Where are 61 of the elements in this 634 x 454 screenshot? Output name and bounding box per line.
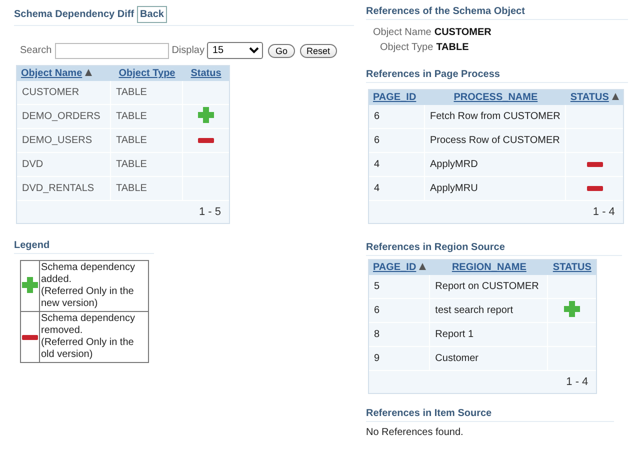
reset-button[interactable]: Reset xyxy=(300,44,338,58)
table-cell: DVD xyxy=(22,159,44,170)
table-cell: test search report xyxy=(435,305,513,316)
column-header-link[interactable]: PROCESS_NAME xyxy=(454,92,538,103)
table-cell: 9 xyxy=(374,353,380,364)
field-label: Object Type xyxy=(380,41,434,55)
table-cell: TABLE xyxy=(116,87,147,98)
pagination-range: 1 - 4 xyxy=(566,376,588,388)
table-cell: Customer xyxy=(435,353,479,364)
table-cell: 6 xyxy=(374,111,380,122)
column-header-link[interactable]: PAGE_ID xyxy=(373,92,416,103)
display-label: Display xyxy=(172,45,204,56)
table-cell: DVD_RENTALS xyxy=(22,183,94,194)
sort-ascending-icon xyxy=(419,263,426,270)
column-header-link[interactable]: Object Name xyxy=(21,68,82,79)
table-cell: 5 xyxy=(374,281,380,292)
table-cell: TABLE xyxy=(116,183,147,194)
legend-text: Schema dependency added. (Referred Only in the new version) xyxy=(41,262,136,310)
column-header-link[interactable]: PAGE_ID xyxy=(373,262,416,273)
pagination-range: 1 - 4 xyxy=(592,206,615,218)
search-field[interactable] xyxy=(54,42,169,58)
display-select[interactable]: 15 xyxy=(207,42,264,59)
table-cell: TABLE xyxy=(116,135,147,146)
table-cell: Report 1 xyxy=(435,329,474,340)
legend-title: Legend xyxy=(14,240,50,251)
column-header-link[interactable]: STATUS xyxy=(552,262,592,273)
field-value: TABLE xyxy=(436,41,469,55)
table-cell: 6 xyxy=(374,305,380,316)
legend-text: Schema dependency removed. (Referred Only in the old version) xyxy=(41,313,136,361)
table-cell: ApplyMRU xyxy=(430,183,478,194)
table-cell: 6 xyxy=(374,135,380,146)
table-cell: DEMO_USERS xyxy=(22,135,92,146)
go-button[interactable]: Go xyxy=(268,44,294,58)
column-header-link[interactable]: Object Type xyxy=(118,68,176,79)
field-value: CUSTOMER xyxy=(434,26,492,40)
table-cell: Process Row of CUSTOMER xyxy=(430,135,560,146)
table-cell: TABLE xyxy=(116,111,147,122)
table-cell: 4 xyxy=(374,183,380,194)
section-title: References in Item Source xyxy=(366,408,492,419)
search-label: Search xyxy=(20,45,52,56)
table-cell: ApplyMRD xyxy=(430,159,478,170)
table-cell: Report on CUSTOMER xyxy=(435,281,539,292)
table-cell: Fetch Row from CUSTOMER xyxy=(430,111,560,122)
page-title: Schema Dependency Diff xyxy=(14,9,134,20)
table-cell: CUSTOMER xyxy=(22,87,80,98)
sort-ascending-icon xyxy=(85,69,92,76)
column-header-link[interactable]: REGION_NAME xyxy=(452,262,526,273)
section-title: References in Page Process xyxy=(366,69,500,80)
column-header-link[interactable]: STATUS xyxy=(570,92,609,103)
field-label: Object Name xyxy=(373,26,432,40)
back-button[interactable]: Back xyxy=(137,6,167,23)
table-cell: TABLE xyxy=(116,159,147,170)
column-header-link[interactable]: Status xyxy=(190,68,222,79)
table-cell: DEMO_ORDERS xyxy=(22,111,100,122)
pagination-range: 1 - 5 xyxy=(198,206,221,218)
section-title: References of the Schema Object xyxy=(366,6,525,17)
empty-message: No References found. xyxy=(366,427,464,438)
section-title: References in Region Source xyxy=(366,242,505,253)
sort-ascending-icon xyxy=(612,93,619,100)
table-cell: 4 xyxy=(374,159,380,170)
table-cell: 8 xyxy=(374,329,380,340)
